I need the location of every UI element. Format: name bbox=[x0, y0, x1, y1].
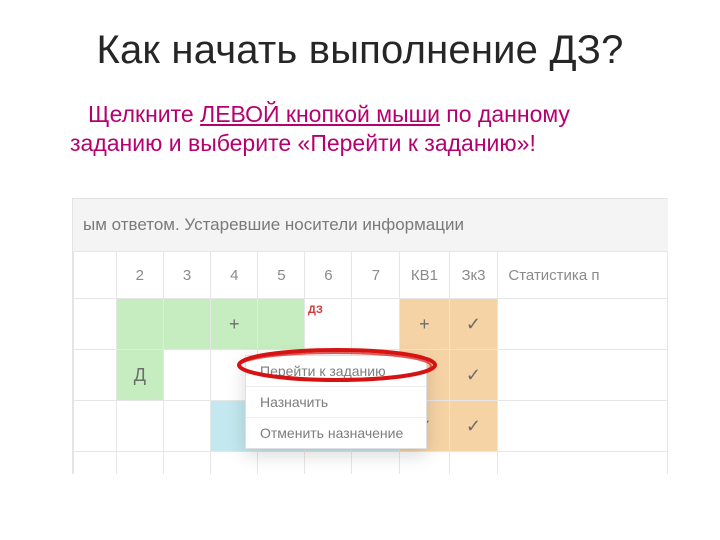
menu-item-cancel[interactable]: Отменить назначение bbox=[246, 417, 426, 448]
panel-banner: ым ответом. Устаревшие носители информац… bbox=[73, 199, 668, 251]
cell[interactable] bbox=[164, 299, 211, 350]
cell[interactable]: ✓ bbox=[449, 299, 498, 350]
menu-item-assign[interactable]: Назначить bbox=[246, 386, 426, 417]
cell[interactable] bbox=[498, 401, 668, 452]
menu-item-goto[interactable]: Перейти к заданию bbox=[246, 356, 426, 386]
cell[interactable]: + bbox=[400, 299, 449, 350]
instruction-underlined: ЛЕВОЙ кнопкой мыши bbox=[200, 101, 440, 127]
cell[interactable]: Д bbox=[116, 350, 164, 401]
cell[interactable] bbox=[116, 299, 164, 350]
col-5[interactable]: 5 bbox=[258, 252, 305, 299]
context-menu: Перейти к заданию Назначить Отменить наз… bbox=[245, 355, 427, 449]
cell[interactable] bbox=[164, 350, 211, 401]
col-4[interactable]: 4 bbox=[211, 252, 258, 299]
table-row bbox=[74, 452, 668, 475]
cell[interactable] bbox=[164, 401, 211, 452]
cell[interactable] bbox=[258, 299, 305, 350]
instruction-part1: Щелкните bbox=[88, 101, 200, 127]
col-stat[interactable]: Статистика п bbox=[498, 252, 668, 299]
col-6[interactable]: 6 bbox=[305, 252, 352, 299]
table-row: + + ✓ bbox=[74, 299, 668, 350]
cell[interactable] bbox=[498, 299, 668, 350]
slide-title: Как начать выполнение ДЗ? bbox=[0, 28, 720, 73]
cell[interactable] bbox=[305, 299, 352, 350]
cell[interactable] bbox=[498, 350, 668, 401]
col-3[interactable]: 3 bbox=[164, 252, 211, 299]
table-header-row: 2 3 4 5 6 7 КВ1 Зк3 Статистика п bbox=[74, 252, 668, 299]
instruction-text: Щелкните ЛЕВОЙ кнопкой мыши по данному з… bbox=[70, 100, 640, 158]
col-2[interactable]: 2 bbox=[116, 252, 164, 299]
col-kv1[interactable]: КВ1 bbox=[400, 252, 449, 299]
cell[interactable]: ✓ bbox=[449, 350, 498, 401]
cell[interactable] bbox=[352, 299, 400, 350]
cell[interactable] bbox=[116, 401, 164, 452]
cell[interactable]: ✓ bbox=[449, 401, 498, 452]
col-zk3[interactable]: Зк3 bbox=[449, 252, 498, 299]
slide: Как начать выполнение ДЗ? Щелкните ЛЕВОЙ… bbox=[0, 0, 720, 540]
col-7[interactable]: 7 bbox=[352, 252, 400, 299]
cell[interactable]: + bbox=[211, 299, 258, 350]
